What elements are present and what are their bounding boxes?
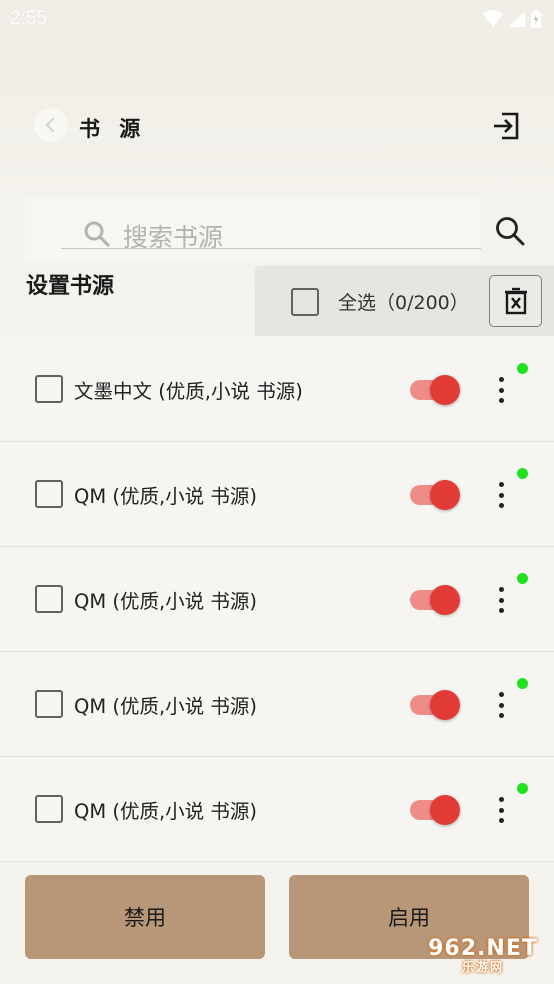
search-button[interactable] (493, 214, 527, 248)
row-checkbox[interactable] (35, 585, 63, 613)
status-bar: 2:55 (0, 0, 554, 38)
search-input[interactable]: 搜索书源 (25, 198, 481, 260)
enable-toggle[interactable] (410, 375, 460, 405)
list-item[interactable]: QM (优质,小说 书源) (0, 547, 554, 652)
delete-icon (504, 287, 527, 315)
wifi-icon (483, 10, 503, 27)
list-item[interactable]: QM (优质,小说 书源) (0, 652, 554, 757)
enable-toggle[interactable] (410, 585, 460, 615)
search-underline (61, 248, 481, 249)
more-icon[interactable] (490, 480, 512, 510)
source-name: QM (优质,小说 书源) (74, 800, 257, 823)
status-dot (517, 468, 528, 479)
status-dot (517, 363, 528, 374)
search-icon (496, 217, 525, 246)
toolbar: 书 源 (0, 100, 554, 152)
status-dot (517, 678, 528, 689)
select-all-bar: 全选（0/200） (255, 266, 554, 336)
source-list: 文墨中文 (优质,小说 书源) QM (优质,小说 书源) QM (优质,小说 … (0, 337, 554, 862)
section-title: 设置书源 (26, 274, 115, 299)
toggle-thumb (430, 375, 460, 405)
row-checkbox[interactable] (35, 480, 63, 508)
source-name: QM (优质,小说 书源) (74, 695, 257, 718)
back-button[interactable] (34, 108, 68, 142)
source-name: 文墨中文 (优质,小说 书源) (74, 380, 303, 403)
row-checkbox[interactable] (35, 795, 63, 823)
toggle-thumb (430, 585, 460, 615)
list-item[interactable]: QM (优质,小说 书源) (0, 442, 554, 547)
search-icon (84, 221, 110, 247)
enable-toggle[interactable] (410, 690, 460, 720)
toggle-thumb (430, 480, 460, 510)
row-checkbox[interactable] (35, 375, 63, 403)
search-row: 搜索书源 (25, 198, 554, 260)
import-icon (494, 112, 519, 140)
toggle-thumb (430, 795, 460, 825)
select-all-label[interactable]: 全选（0/200） (338, 288, 469, 315)
import-button[interactable] (490, 110, 522, 142)
watermark-bottom: 乐游网 (461, 960, 504, 974)
source-name: QM (优质,小说 书源) (74, 485, 257, 508)
status-time: 2:55 (10, 8, 47, 29)
select-all-checkbox[interactable] (291, 288, 319, 316)
battery-icon (531, 10, 541, 28)
toggle-thumb (430, 690, 460, 720)
status-icons (482, 8, 542, 30)
more-icon[interactable] (490, 795, 512, 825)
status-dot (517, 783, 528, 794)
list-item[interactable]: QM (优质,小说 书源) (0, 757, 554, 862)
watermark-logo: 962.NET 乐游网 (416, 934, 550, 978)
list-item[interactable]: 文墨中文 (优质,小说 书源) (0, 337, 554, 442)
status-dot (517, 573, 528, 584)
page-title: 书 源 (79, 117, 147, 141)
more-icon[interactable] (490, 585, 512, 615)
enable-toggle[interactable] (410, 795, 460, 825)
enable-toggle[interactable] (410, 480, 460, 510)
more-icon[interactable] (490, 690, 512, 720)
delete-button[interactable] (489, 275, 542, 327)
more-icon[interactable] (490, 375, 512, 405)
chevron-left-icon (45, 117, 55, 133)
watermark-top: 962.NET (428, 936, 538, 961)
source-name: QM (优质,小说 书源) (74, 590, 257, 613)
signal-icon (509, 11, 525, 27)
row-checkbox[interactable] (35, 690, 63, 718)
disable-button[interactable]: 禁用 (25, 875, 265, 959)
